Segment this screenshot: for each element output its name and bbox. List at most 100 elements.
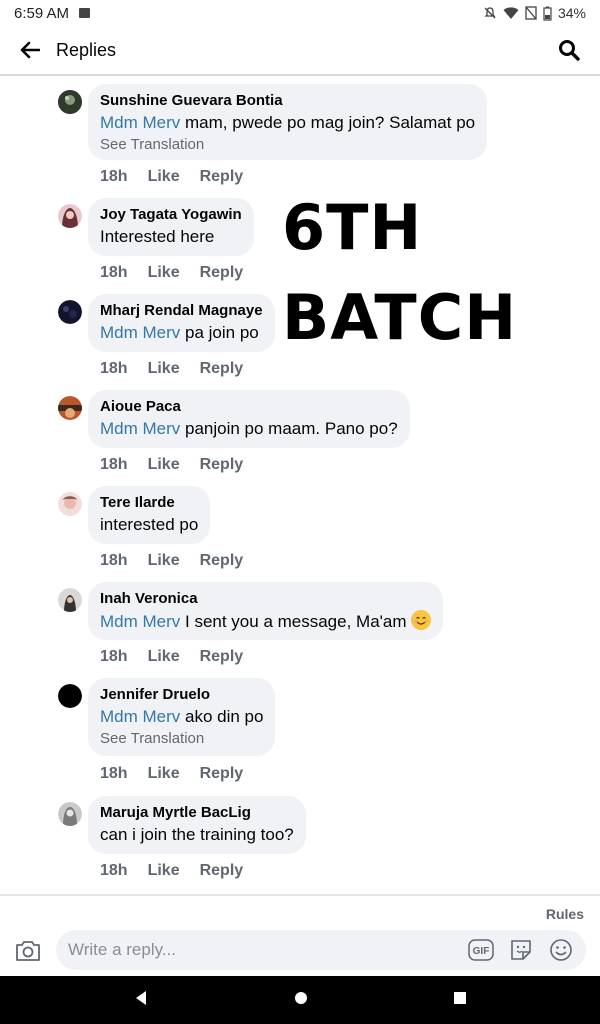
comment-body: ako din po xyxy=(180,707,264,726)
camera-button[interactable] xyxy=(14,938,42,966)
comment-bubble[interactable]: Inah Veronica Mdm Merv I sent you a mess… xyxy=(88,582,444,640)
search-button[interactable] xyxy=(556,37,582,63)
reply-button[interactable]: Reply xyxy=(200,456,244,474)
circle-home-icon xyxy=(294,991,307,1004)
see-translation-link[interactable]: See Translation xyxy=(100,730,263,748)
comment-body: Interested here xyxy=(100,227,215,246)
mention-link[interactable]: Mdm Merv xyxy=(100,419,180,438)
reply-button[interactable]: Reply xyxy=(200,552,244,570)
like-button[interactable]: Like xyxy=(148,360,180,378)
comment-bubble[interactable]: Jennifer Druelo Mdm Merv ako din po See … xyxy=(88,678,276,756)
like-button[interactable]: Like xyxy=(148,648,180,666)
comment-bubble[interactable]: Maruja Myrtle BacLig can i join the trai… xyxy=(88,796,306,854)
comment-actions: 18h Like Reply xyxy=(100,765,243,783)
smiling-emoji-icon xyxy=(411,610,432,630)
avatar[interactable] xyxy=(58,492,82,516)
reply-input-container[interactable]: GIF xyxy=(56,930,586,970)
gif-button[interactable]: GIF xyxy=(468,937,494,963)
like-button[interactable]: Like xyxy=(148,264,180,282)
comment-body: panjoin po maam. Pano po? xyxy=(180,419,398,438)
comment-bubble[interactable]: Mharj Rendal Magnaye Mdm Merv pa join po xyxy=(88,294,275,352)
reply-button[interactable]: Reply xyxy=(200,862,244,880)
emoji-icon xyxy=(550,939,572,961)
mention-link[interactable]: Mdm Merv xyxy=(100,113,180,132)
comment-author[interactable]: Mharj Rendal Magnaye xyxy=(100,302,263,320)
avatar[interactable] xyxy=(58,588,82,612)
comment: Jennifer Druelo Mdm Merv ako din po See … xyxy=(56,678,576,790)
emoji-button[interactable] xyxy=(548,937,574,963)
mention-link[interactable]: Mdm Merv xyxy=(100,612,180,631)
nav-home-button[interactable] xyxy=(294,991,308,1010)
comment-bubble[interactable]: Sunshine Guevara Bontia Mdm Merv mam, pw… xyxy=(88,84,488,160)
like-button[interactable]: Like xyxy=(148,862,180,880)
comment-thread: Sunshine Guevara Bontia Mdm Merv mam, pw… xyxy=(0,78,600,894)
like-button[interactable]: Like xyxy=(148,456,180,474)
battery-icon xyxy=(543,6,552,21)
nav-recents-button[interactable] xyxy=(453,991,467,1010)
sticker-icon xyxy=(511,940,531,960)
comment-bubble[interactable]: Joy Tagata Yogawin Interested here xyxy=(88,198,254,256)
comment-author[interactable]: Aioue Paca xyxy=(100,398,398,416)
comment-author[interactable]: Joy Tagata Yogawin xyxy=(100,206,242,224)
reply-input[interactable] xyxy=(68,940,468,960)
comment-text: Interested here xyxy=(100,226,242,248)
page-title: Replies xyxy=(56,39,117,60)
comment-actions: 18h Like Reply xyxy=(100,456,243,474)
comment: Sunshine Guevara Bontia Mdm Merv mam, pw… xyxy=(56,84,576,194)
reply-button[interactable]: Reply xyxy=(200,168,244,186)
status-bar: 6:59 AM 34% xyxy=(0,0,600,26)
reply-button[interactable]: Reply xyxy=(200,264,244,282)
like-button[interactable]: Like xyxy=(148,168,180,186)
avatar[interactable] xyxy=(58,90,82,114)
comment-actions: 18h Like Reply xyxy=(100,552,243,570)
mention-link[interactable]: Mdm Merv xyxy=(100,707,180,726)
reply-button[interactable]: Reply xyxy=(200,360,244,378)
back-button[interactable] xyxy=(18,38,42,62)
notifications-off-icon xyxy=(484,7,496,19)
reply-button[interactable]: Reply xyxy=(200,765,244,783)
see-translation-link[interactable]: See Translation xyxy=(100,136,475,154)
comment-body: interested po xyxy=(100,515,199,534)
sticker-button[interactable] xyxy=(508,937,534,963)
no-sim-icon xyxy=(525,6,537,20)
status-left: 6:59 AM xyxy=(14,4,91,22)
comment-author[interactable]: Tere Ilarde xyxy=(100,494,198,512)
gif-icon: GIF xyxy=(468,939,494,961)
comment-time: 18h xyxy=(100,264,128,281)
comment: Inah Veronica Mdm Merv I sent you a mess… xyxy=(56,582,576,672)
comment-actions: 18h Like Reply xyxy=(100,862,243,880)
rules-link[interactable]: Rules xyxy=(546,906,584,922)
comment-text: interested po xyxy=(100,514,198,536)
system-nav-bar xyxy=(0,976,600,1024)
camera-icon xyxy=(16,941,40,961)
avatar[interactable] xyxy=(58,300,82,324)
comment-text: Mdm Merv ako din po xyxy=(100,706,263,728)
comment-text: Mdm Merv mam, pwede po mag join? Salamat… xyxy=(100,112,475,134)
comment: Tere Ilarde interested po 18h Like Reply xyxy=(56,486,576,576)
comment: Maruja Myrtle BacLig can i join the trai… xyxy=(56,796,576,888)
avatar[interactable] xyxy=(58,684,82,708)
avatar[interactable] xyxy=(58,802,82,826)
avatar[interactable] xyxy=(58,396,82,420)
comment-author[interactable]: Inah Veronica xyxy=(100,590,431,608)
comment-bubble[interactable]: Tere Ilarde interested po xyxy=(88,486,211,544)
status-right: 34% xyxy=(483,5,586,21)
overlay-text-line1: 6TH xyxy=(282,191,423,264)
triangle-back-icon xyxy=(135,990,146,1005)
comment-time: 18h xyxy=(100,765,128,782)
arrow-left-icon xyxy=(20,41,40,59)
comment-time: 18h xyxy=(100,168,128,185)
comment-author[interactable]: Jennifer Druelo xyxy=(100,686,263,704)
mention-link[interactable]: Mdm Merv xyxy=(100,323,180,342)
like-button[interactable]: Like xyxy=(148,552,180,570)
status-time: 6:59 AM xyxy=(14,4,70,22)
comment-text: can i join the training too? xyxy=(100,824,294,846)
reply-button[interactable]: Reply xyxy=(200,648,244,666)
nav-back-button[interactable] xyxy=(133,990,149,1011)
avatar[interactable] xyxy=(58,204,82,228)
comment-author[interactable]: Maruja Myrtle BacLig xyxy=(100,804,294,822)
comment-bubble[interactable]: Aioue Paca Mdm Merv panjoin po maam. Pan… xyxy=(88,390,410,448)
comment-time: 18h xyxy=(100,552,128,569)
comment-author[interactable]: Sunshine Guevara Bontia xyxy=(100,92,475,110)
like-button[interactable]: Like xyxy=(148,765,180,783)
